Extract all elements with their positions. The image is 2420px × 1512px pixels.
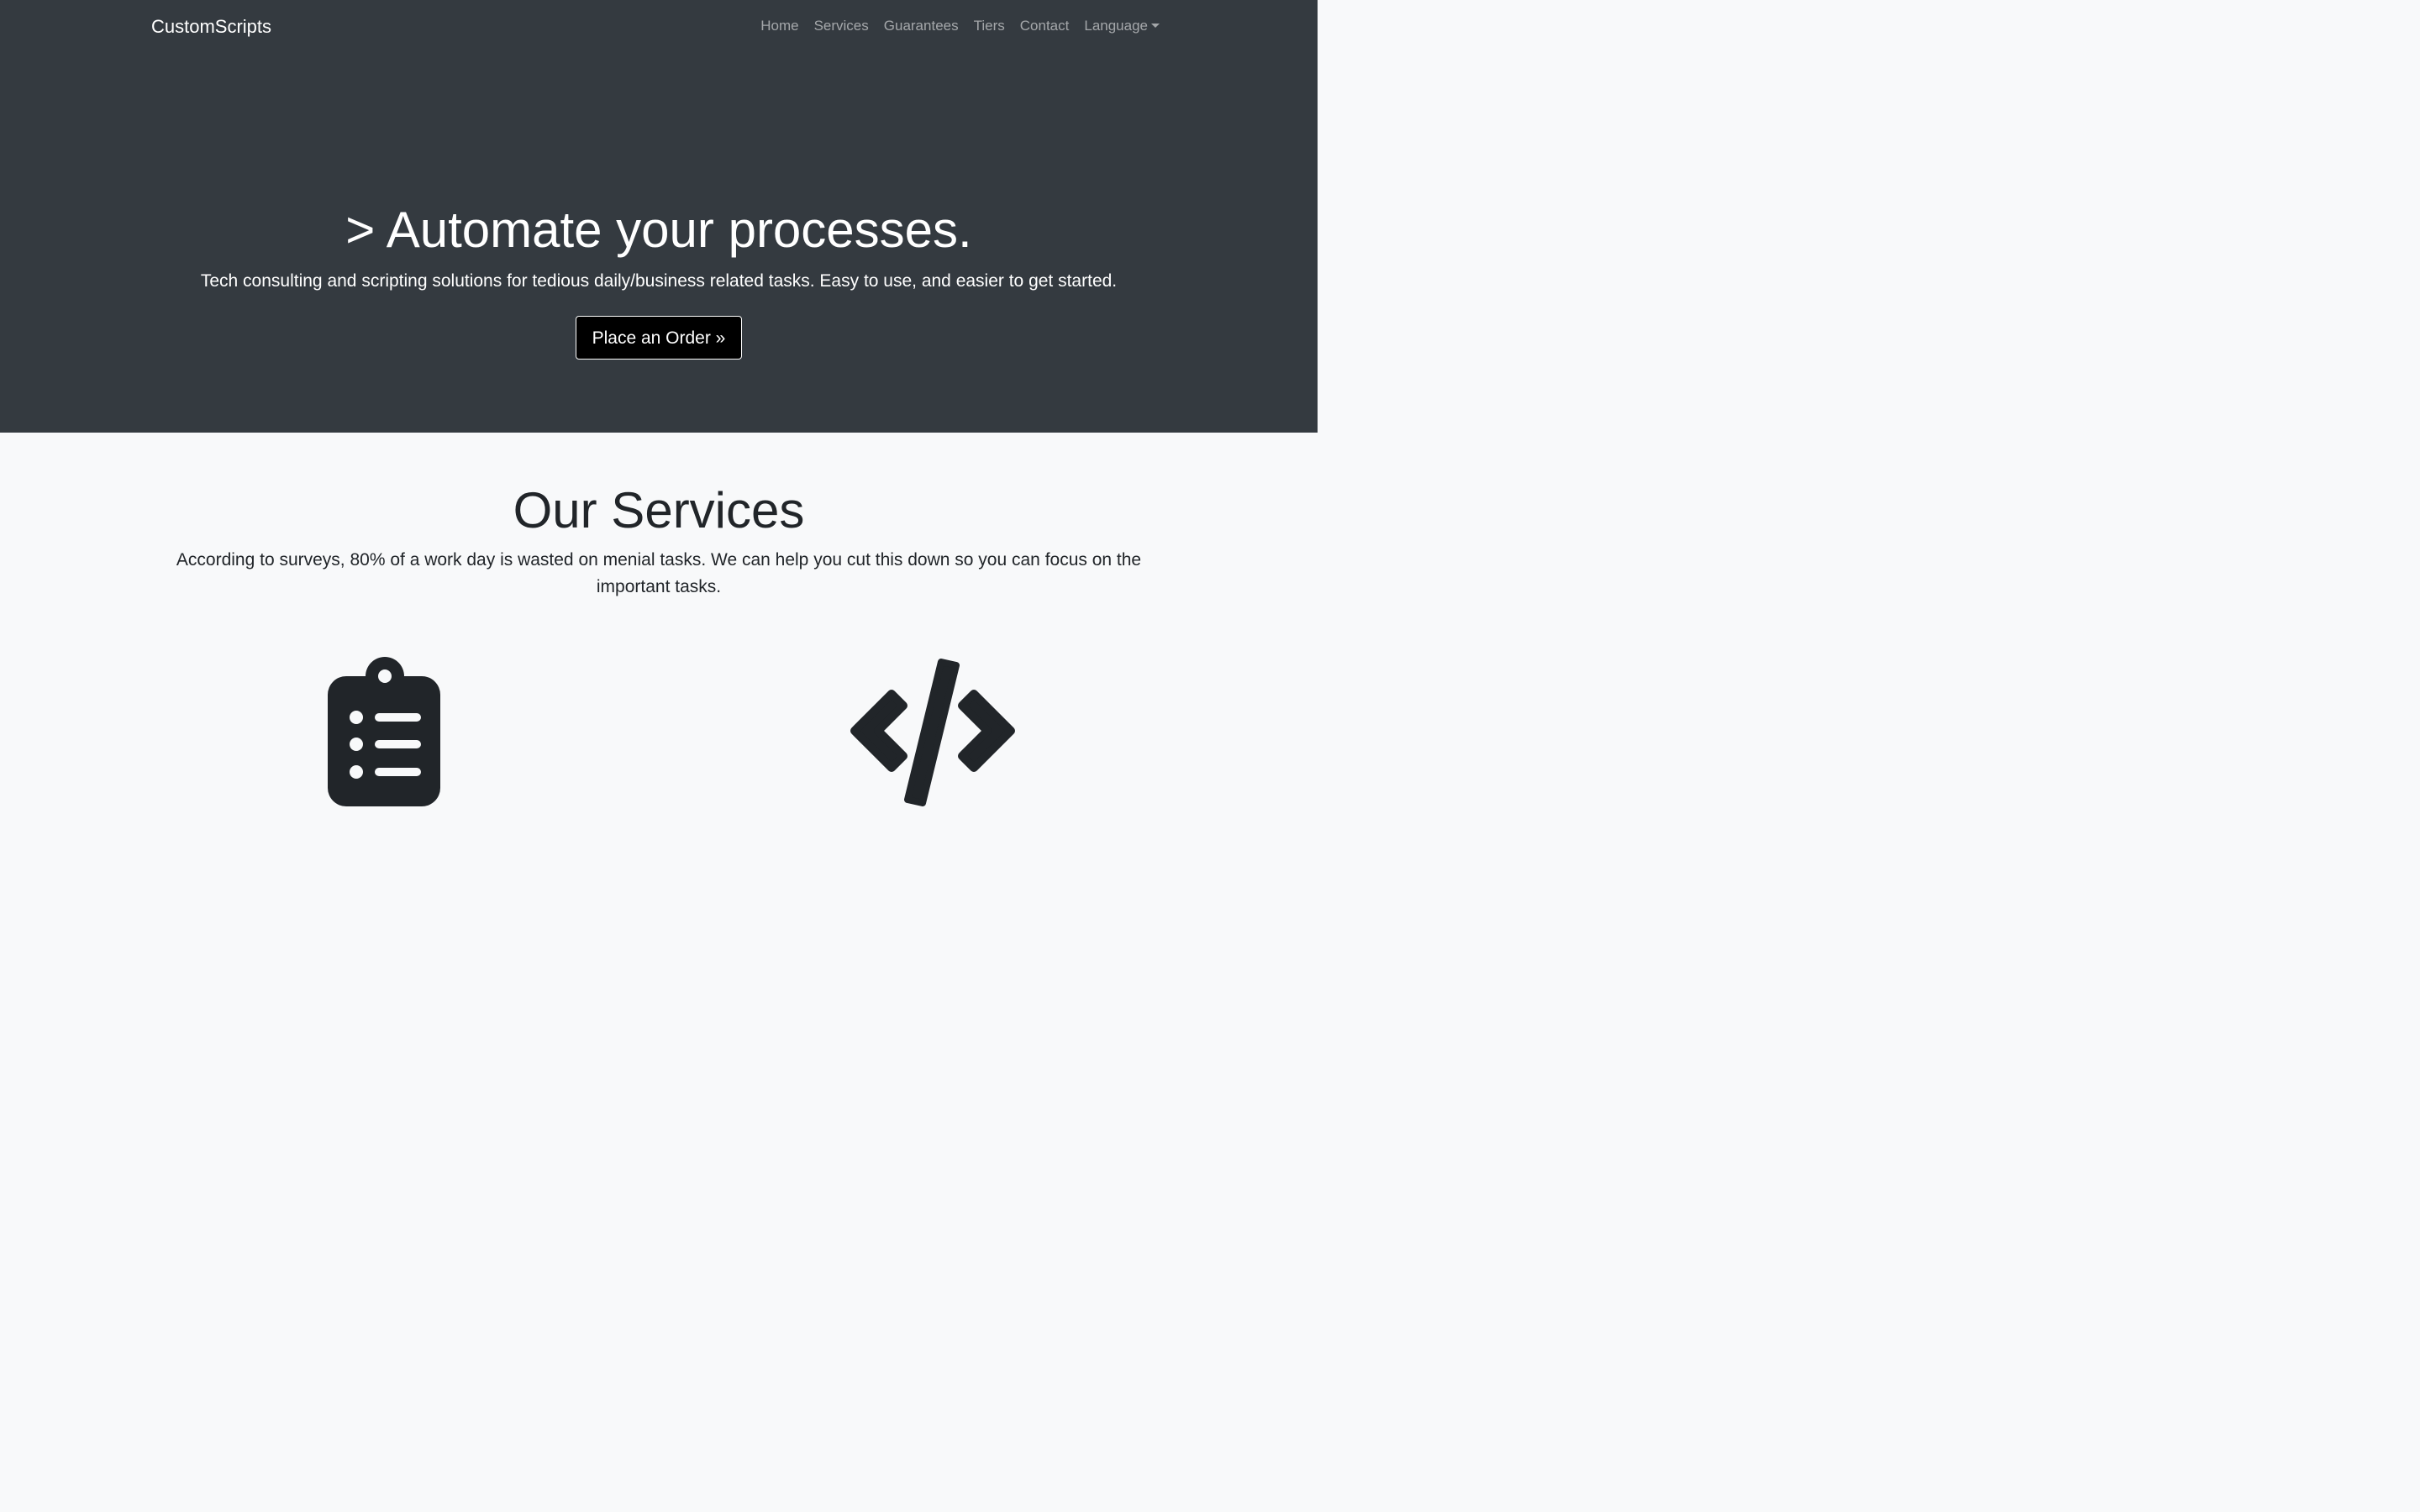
brand-logo[interactable]: CustomScripts (151, 15, 271, 39)
navbar: CustomScripts Home Services Guarantees T… (151, 0, 1166, 52)
hero-subtitle: Tech consulting and scripting solutions … (200, 271, 1118, 291)
hero-title: > Automate your processes. (345, 202, 972, 258)
nav-link-contact[interactable]: Contact (1020, 17, 1070, 35)
nav-link-services[interactable]: Services (814, 17, 869, 35)
services-subtitle: According to surveys, 80% of a work day … (176, 550, 1142, 596)
nav-link-home[interactable]: Home (760, 17, 798, 35)
place-order-button[interactable]: Place an Order » (576, 316, 742, 360)
code-icon (850, 659, 1015, 806)
nav-links: Home Services Guarantees Tiers Contact L… (760, 17, 1160, 35)
nav-link-guarantees[interactable]: Guarantees (884, 17, 959, 35)
services-title: Our Services (513, 482, 805, 538)
language-dropdown[interactable]: Language (1084, 17, 1160, 35)
clipboard-list-icon (328, 657, 440, 806)
hero-section: CustomScripts Home Services Guarantees T… (0, 0, 1318, 433)
language-dropdown-label: Language (1084, 18, 1148, 34)
caret-down-icon (1151, 24, 1160, 28)
nav-link-tiers[interactable]: Tiers (974, 17, 1005, 35)
